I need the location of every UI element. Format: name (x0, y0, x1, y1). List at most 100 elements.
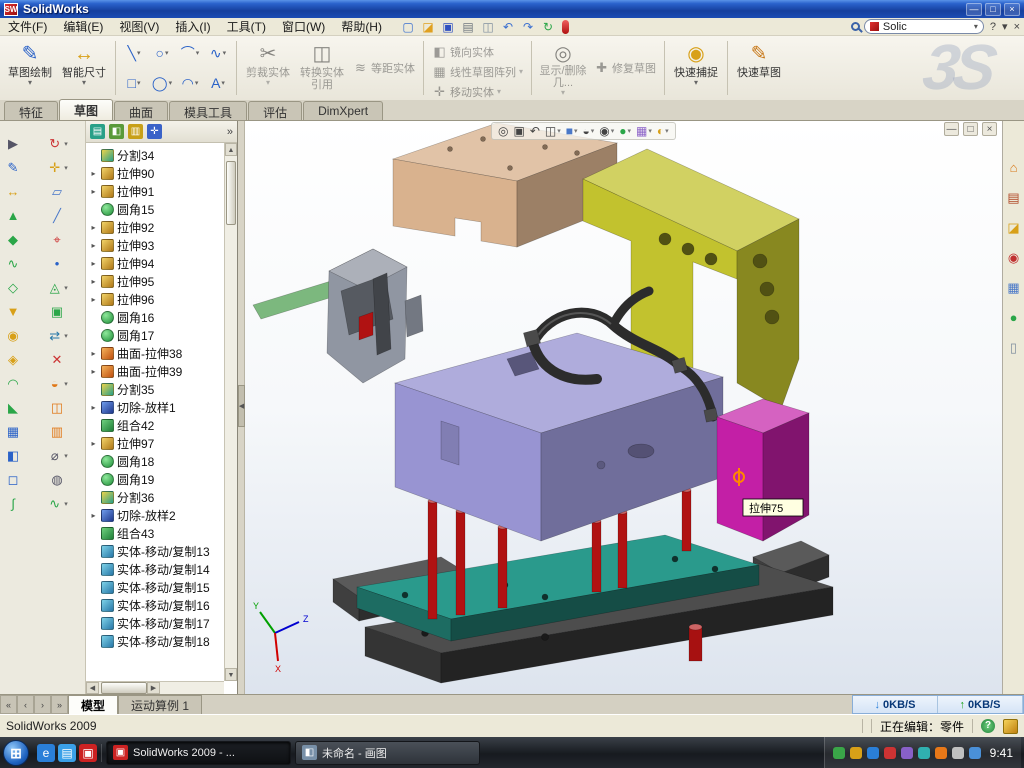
rebuild-tool-button[interactable]: ↻▾ (46, 135, 68, 152)
taskbar-window-button[interactable]: ◧未命名 - 画图 (295, 741, 480, 765)
convert-entities-button[interactable]: ◫ 转换实体引用 (296, 39, 348, 97)
sketch-tool-icon[interactable]: ✎ (5, 159, 22, 176)
shell-button[interactable]: ◻ (5, 471, 22, 488)
swept-boss-icon[interactable]: ∿ (5, 255, 22, 272)
quicklaunch-internet-explorer-icon[interactable]: e (37, 744, 55, 762)
tray-icon[interactable] (833, 747, 845, 759)
revolved-cut-button[interactable]: ◈ (5, 351, 22, 368)
combine-tool-button[interactable]: ▣ (49, 303, 66, 320)
offset-entities-button[interactable]: ≋ 等距实体 (350, 59, 418, 77)
mirror-feature-icon[interactable]: ◧ (5, 447, 22, 464)
plane-button[interactable]: ▱ (49, 183, 66, 200)
linear-pattern-button[interactable]: ▦ (5, 423, 22, 440)
first-tab-button[interactable]: « (0, 695, 17, 714)
expand-icon[interactable]: ▸ (89, 259, 98, 268)
expand-icon[interactable]: ▸ (89, 187, 98, 196)
tree-item[interactable]: ▸拉伸97 (89, 434, 223, 452)
tree-item[interactable]: ▸切除-放样1 (89, 398, 223, 416)
tree-item[interactable]: ▸拉伸93 (89, 236, 223, 254)
tree-item[interactable]: 分割34 (89, 146, 223, 164)
mass-properties-icon[interactable]: ◍ (49, 471, 66, 488)
spline-button[interactable]: ∿▾ (205, 39, 231, 67)
taskpane-custom-properties-icon[interactable]: ▯ (1005, 339, 1022, 356)
view-orientation-button[interactable]: ■▾ (566, 124, 578, 138)
point-tool-icon[interactable]: • (49, 255, 66, 272)
split-tool-button[interactable]: ◬▾ (46, 279, 68, 296)
reference-geometry-button[interactable]: ✛▾ (46, 159, 68, 176)
display-delete-relations-button[interactable]: ◎ 显示/删除几... ▾ (537, 39, 589, 97)
menu-view[interactable]: 视图(V) (111, 18, 167, 36)
surface-tool-button[interactable]: ◒▾ (46, 375, 68, 392)
coordinate-system-icon[interactable]: ⌖ (49, 231, 66, 248)
tree-item[interactable]: 分割36 (89, 488, 223, 506)
revolved-boss-button[interactable]: ◆ (5, 231, 22, 248)
tab-mold-tools[interactable]: 模具工具 (169, 101, 247, 120)
chamfer-button[interactable]: ◣ (5, 399, 22, 416)
tree-item[interactable]: ▸曲面-拉伸39 (89, 362, 223, 380)
extruded-boss-button[interactable]: ▲ (5, 207, 22, 224)
scroll-left-icon[interactable]: ◀ (86, 682, 99, 694)
move-copy-body-button[interactable]: ⇄▾ (46, 327, 68, 344)
coordinate-system-button[interactable]: ⌖ (49, 231, 66, 248)
shell-icon[interactable]: ◻ (5, 471, 22, 488)
axis-icon[interactable]: ╱ (49, 207, 66, 224)
new-document-button[interactable]: ▢ (400, 19, 416, 35)
tab-features[interactable]: 特征 (4, 101, 58, 120)
ellipse-button[interactable]: ◯▾ (149, 69, 175, 97)
expand-icon[interactable]: ▸ (89, 277, 98, 286)
sketch-tool-button[interactable]: ✎ (5, 159, 22, 176)
scrollbar-thumb[interactable] (101, 682, 147, 694)
quick-snaps-button[interactable]: ◉ 快速捕捉 ▾ (670, 39, 722, 97)
part-magenta-block[interactable] (717, 399, 809, 541)
dimxpertmanager-tab[interactable]: ✛ (147, 124, 162, 139)
lofted-boss-button[interactable]: ◇ (5, 279, 22, 296)
combine-tool-icon[interactable]: ▣ (49, 303, 66, 320)
tree-item[interactable]: 实体-移动/复制16 (89, 596, 223, 614)
help-button[interactable]: ? (990, 21, 996, 33)
mirror-entities-button[interactable]: ◧ 镜向实体 (429, 43, 526, 61)
tree-item[interactable]: ▸拉伸96 (89, 290, 223, 308)
document-close-button[interactable]: × (982, 122, 997, 136)
smart-dimension-button[interactable]: ↔ 智能尺寸 ▾ (58, 39, 110, 97)
document-close-button[interactable]: × (1014, 21, 1020, 33)
linear-pattern-icon[interactable]: ▦ (5, 423, 22, 440)
expand-icon[interactable]: ▸ (89, 241, 98, 250)
taskpane-file-explorer-icon[interactable]: ◪ (1005, 219, 1022, 236)
extruded-boss-icon[interactable]: ▲ (5, 207, 22, 224)
tab-dimxpert[interactable]: DimXpert (303, 101, 383, 120)
collapse-panel-button[interactable]: ◀ (238, 385, 245, 427)
menubar-collapse-icon[interactable]: ▾ (1002, 20, 1008, 33)
tree-item[interactable]: 组合42 (89, 416, 223, 434)
tab-surfaces[interactable]: 曲面 (114, 101, 168, 120)
save-button[interactable]: ▣ (440, 19, 456, 35)
zoom-fit-button[interactable]: ◎ (498, 124, 508, 138)
redo-button[interactable]: ↷ (520, 19, 536, 35)
tree-item[interactable]: 实体-移动/复制13 (89, 542, 223, 560)
featuremanager-tab[interactable]: ▤ (90, 124, 105, 139)
document-minimize-button[interactable]: — (944, 122, 959, 136)
reference-geometry-icon[interactable]: ✛ (46, 159, 63, 176)
scroll-up-icon[interactable]: ▲ (225, 143, 237, 156)
tree-horizontal-scrollbar[interactable]: ◀ ▶ (86, 681, 224, 694)
tree-vertical-scrollbar[interactable]: ▲ ▼ (224, 143, 237, 681)
expand-icon[interactable]: ▸ (89, 223, 98, 232)
open-folder-button[interactable]: ◪ (420, 19, 436, 35)
sketch-button[interactable]: ✎ 草图绘制 ▾ (4, 39, 56, 97)
quicklaunch-solidworks-launcher-icon[interactable]: ▣ (79, 744, 97, 762)
section-view-button[interactable]: ◫▾ (545, 124, 561, 138)
split-tool-icon[interactable]: ◬ (46, 279, 63, 296)
tree-item[interactable]: ▸拉伸91 (89, 182, 223, 200)
mass-properties-button[interactable]: ◍ (49, 471, 66, 488)
taskpane-solidworks-search-icon[interactable]: ◉ (1005, 249, 1022, 266)
rebuild-button[interactable]: ↻ (540, 19, 556, 35)
trim-entities-button[interactable]: ✂ 剪裁实体 ▾ (242, 39, 294, 97)
taskpane-design-library-icon[interactable]: ▤ (1005, 189, 1022, 206)
last-tab-button[interactable]: » (51, 695, 68, 714)
curve-tool-icon[interactable]: ∫ (5, 495, 22, 512)
tray-icon[interactable] (884, 747, 896, 759)
smart-dimension-tool-button[interactable]: ↔ (5, 183, 22, 200)
tree-item[interactable]: 实体-移动/复制17 (89, 614, 223, 632)
scroll-right-icon[interactable]: ▶ (147, 682, 160, 694)
fillet-feature-icon[interactable]: ◠ (5, 375, 22, 392)
status-resource-icon[interactable] (1003, 719, 1018, 734)
